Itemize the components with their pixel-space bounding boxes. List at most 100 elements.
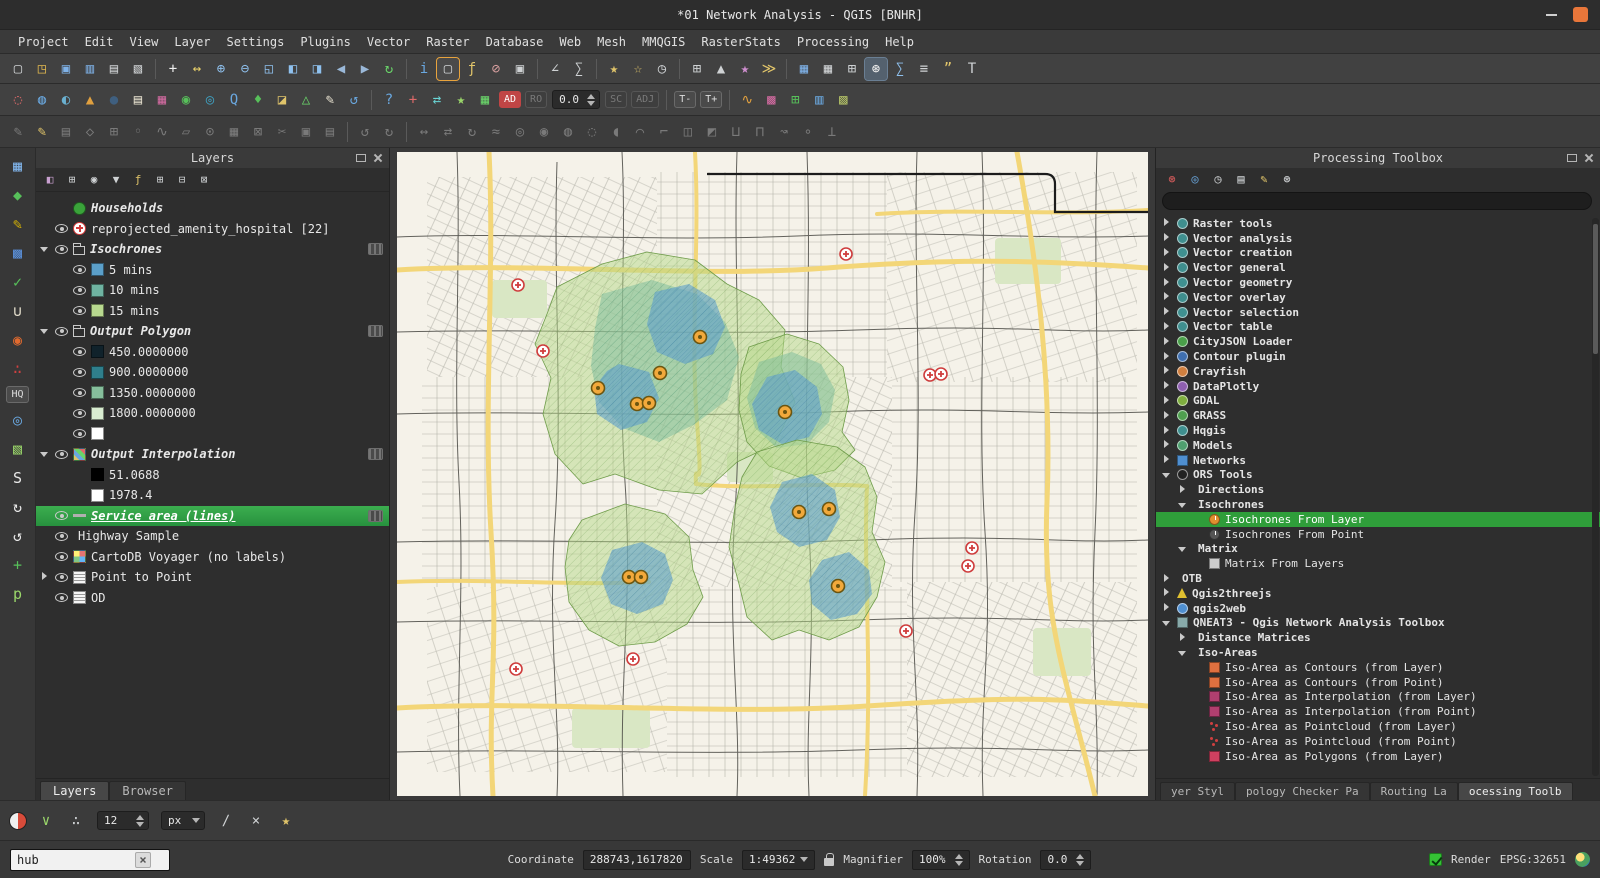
tab-browser[interactable]: Browser	[109, 781, 186, 800]
refresh-cw-icon[interactable]: ↻	[5, 495, 31, 519]
dark-globe-icon[interactable]: ●	[103, 89, 125, 111]
annotation-ruler-icon[interactable]: ✎	[5, 212, 31, 236]
symbol-size-spin-value[interactable]	[102, 813, 132, 828]
bucket-icon[interactable]: ∪	[5, 299, 31, 323]
visibility-eye-icon[interactable]	[73, 388, 86, 397]
t-minus-chip[interactable]: T-	[674, 91, 696, 108]
temporal-controller-icon[interactable]: ◷	[651, 58, 673, 80]
menu-item-help[interactable]: Help	[877, 33, 922, 51]
zoom-to-layer-icon[interactable]: ◨	[306, 58, 328, 80]
menu-item-web[interactable]: Web	[551, 33, 589, 51]
remove-layer-icon[interactable]: ⊠	[195, 171, 213, 189]
algorithm-item-qgis2threejs[interactable]: Qgis2threejs	[1156, 586, 1600, 601]
field-calculator-icon[interactable]: ⊞	[841, 58, 863, 80]
pan-to-selection-icon[interactable]: ↔	[186, 58, 208, 80]
layer-item-highway-sample[interactable]: Highway Sample	[36, 526, 389, 547]
save-project-as-icon[interactable]: ▥	[79, 58, 101, 80]
magnifier-spin[interactable]: 100%	[912, 850, 970, 870]
expand-arrow-icon[interactable]	[1162, 307, 1172, 317]
algorithm-item-vector-analysis[interactable]: Vector analysis	[1156, 231, 1600, 246]
expand-arrow-icon[interactable]	[1162, 396, 1172, 406]
colored-grid-icon[interactable]: ▦	[151, 89, 173, 111]
green-diamond-icon[interactable]: ♦	[247, 89, 269, 111]
expand-arrow-icon[interactable]	[1162, 292, 1172, 302]
firefox-globe-icon[interactable]: ◉	[5, 328, 31, 352]
expand-arrow-icon[interactable]	[1162, 470, 1172, 480]
spin-up-icon[interactable]	[587, 94, 595, 99]
points-symbol-icon[interactable]: ∴	[65, 810, 87, 832]
expand-arrow-icon[interactable]	[1178, 544, 1188, 554]
map-tips-icon[interactable]: ”	[937, 58, 959, 80]
algorithm-item-networks[interactable]: Networks	[1156, 453, 1600, 468]
algorithm-item-contour-plugin[interactable]: Contour plugin	[1156, 349, 1600, 364]
zoom-in-icon[interactable]: ⊕	[210, 58, 232, 80]
expand-arrow-icon[interactable]	[1162, 366, 1172, 376]
menu-item-vector[interactable]: Vector	[359, 33, 418, 51]
spin-down-icon[interactable]	[136, 822, 144, 827]
expand-arrow-icon[interactable]	[1162, 426, 1172, 436]
select-by-expression-icon[interactable]: ƒ	[461, 58, 483, 80]
p-circle-icon[interactable]: p	[5, 582, 31, 606]
visibility-eye-icon[interactable]	[55, 450, 68, 459]
algorithm-item-qneat3-qgis-network-analysis-toolbox[interactable]: QNEAT3 - Qgis Network Analysis Toolbox	[1156, 616, 1600, 631]
select-all-icon[interactable]: ▣	[509, 58, 531, 80]
minimize-button[interactable]	[1546, 14, 1557, 16]
menu-item-rasterstats[interactable]: RasterStats	[693, 33, 788, 51]
layer-item-reprojected-amenity-hospital-22[interactable]: reprojected_amenity_hospital [22]	[36, 219, 389, 240]
algorithm-item-isochrones-from-layer[interactable]: Isochrones From Layer	[1156, 512, 1600, 527]
close-panel-icon[interactable]	[1584, 153, 1594, 163]
algorithm-item-iso-area-as-interpolation-from-layer[interactable]: Iso-Area as Interpolation (from Layer)	[1156, 690, 1600, 705]
spin-up-icon[interactable]	[136, 815, 144, 820]
clear-search-button[interactable]	[135, 852, 151, 868]
expand-arrow-icon[interactable]	[1162, 411, 1172, 421]
layer-style-ball-icon[interactable]	[9, 812, 27, 830]
expand-all-icon[interactable]: ⊞	[151, 171, 169, 189]
tab-routing-la[interactable]: Routing La	[1370, 782, 1458, 800]
algorithm-item-distance-matrices[interactable]: Distance Matrices	[1156, 630, 1600, 645]
statistical-summary-icon[interactable]: ∑	[568, 58, 590, 80]
undo-arc-icon[interactable]: ↺	[343, 89, 365, 111]
algorithm-item-isochrones[interactable]: Isochrones	[1156, 497, 1600, 512]
algorithm-item-vector-selection[interactable]: Vector selection	[1156, 305, 1600, 320]
layer-item-households[interactable]: Households	[36, 198, 389, 219]
new-map-view-icon[interactable]: ⊞	[686, 58, 708, 80]
algorithm-item-matrix[interactable]: Matrix	[1156, 542, 1600, 557]
manage-map-themes-icon[interactable]: ◉	[85, 171, 103, 189]
filter-legend-icon[interactable]: ▼	[107, 171, 125, 189]
expand-arrow-icon[interactable]	[1178, 648, 1188, 658]
tab-ocessing-toolb[interactable]: ocessing Toolb	[1458, 782, 1573, 800]
algorithm-item-qgis2web[interactable]: qgis2web	[1156, 601, 1600, 616]
layer-item-point-to-point[interactable]: Point to Point	[36, 567, 389, 588]
float-panel-icon[interactable]	[356, 154, 366, 162]
grid-pencil-icon[interactable]: ▦	[474, 89, 496, 111]
menu-item-database[interactable]: Database	[478, 33, 552, 51]
shapes-icon[interactable]: ◪	[271, 89, 293, 111]
menu-item-view[interactable]: View	[121, 33, 166, 51]
deselect-features-icon[interactable]: ⊘	[485, 58, 507, 80]
menu-item-raster[interactable]: Raster	[418, 33, 477, 51]
visibility-eye-icon[interactable]	[55, 511, 68, 520]
algorithm-item-iso-area-as-interpolation-from-point[interactable]: Iso-Area as Interpolation (from Point)	[1156, 704, 1600, 719]
visibility-eye-icon[interactable]	[73, 286, 86, 295]
expand-arrow-icon[interactable]	[40, 244, 50, 254]
tab-pology-checker-pa[interactable]: pology Checker Pa	[1235, 782, 1370, 800]
expand-arrow-icon[interactable]	[1178, 500, 1188, 510]
open-attribute-table-icon[interactable]: ▦	[817, 58, 839, 80]
lock-scale-icon[interactable]	[824, 858, 834, 866]
rotation-value-spin-value[interactable]	[557, 92, 583, 107]
crosshair-icon[interactable]: +	[402, 89, 424, 111]
globe-grid-icon[interactable]: ◐	[55, 89, 77, 111]
algorithm-item-raster-tools[interactable]: Raster tools	[1156, 216, 1600, 231]
layer-item-5-mins[interactable]: 5 mins	[36, 260, 389, 281]
add-table-icon[interactable]: ⊞	[784, 89, 806, 111]
save-project-icon[interactable]: ▣	[55, 58, 77, 80]
tab-yer-styl[interactable]: yer Styl	[1160, 782, 1235, 800]
layer-item-450-0000000[interactable]: 450.0000000	[36, 342, 389, 363]
green-globe-icon[interactable]: ◉	[175, 89, 197, 111]
locator-search[interactable]	[10, 849, 170, 871]
visibility-eye-icon[interactable]	[55, 552, 68, 561]
processing-options-icon[interactable]: ⊛	[1278, 170, 1296, 188]
processing-blue-icon[interactable]: ▩	[5, 241, 31, 265]
locator-input[interactable]	[15, 852, 135, 868]
vertex-marker-icon[interactable]: ◌	[7, 89, 29, 111]
